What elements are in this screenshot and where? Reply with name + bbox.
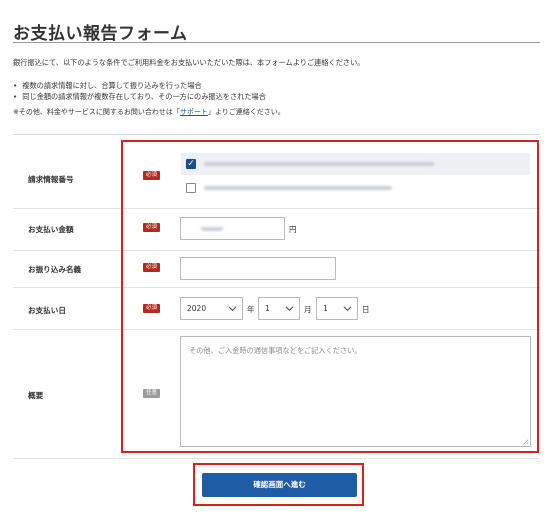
billing-info-label: 請求情報番号 [28, 175, 74, 184]
payer-name-label: お振り込み名義 [28, 265, 82, 274]
row-divider [13, 458, 540, 459]
support-link[interactable]: サポート [180, 108, 208, 116]
condition-list: 複数の請求情報に対し、合算して振り込みを行った場合 同じ金額の請求情報が複数存在… [13, 80, 266, 102]
condition-item: 同じ金額の請求情報が複数存在しており、その一方にのみ振込をされた場合 [13, 91, 266, 102]
form-fields-highlight [121, 140, 539, 453]
form-top-divider [13, 134, 540, 135]
page-title: お支払い報告フォーム [13, 24, 188, 44]
support-note: ※その他、料金やサービスに関するお問い合わせは「サポート」よりご連絡ください。 [13, 107, 285, 117]
support-note-suffix: 」よりご連絡ください。 [207, 108, 285, 116]
intro-text: 銀行振込にて、以下のような条件でご利用料金をお支払いいただいた際は、本フォームよ… [13, 58, 365, 67]
payment-date-label: お支払い日 [28, 306, 66, 315]
amount-label: お支払い金額 [28, 225, 74, 234]
support-note-prefix: ※その他、料金やサービスに関するお問い合わせは「 [13, 108, 180, 116]
title-divider [13, 42, 540, 43]
condition-item: 複数の請求情報に対し、合算して振り込みを行った場合 [13, 80, 266, 91]
summary-label: 概要 [28, 391, 44, 400]
confirm-button[interactable]: 確認画面へ進む [202, 473, 357, 497]
